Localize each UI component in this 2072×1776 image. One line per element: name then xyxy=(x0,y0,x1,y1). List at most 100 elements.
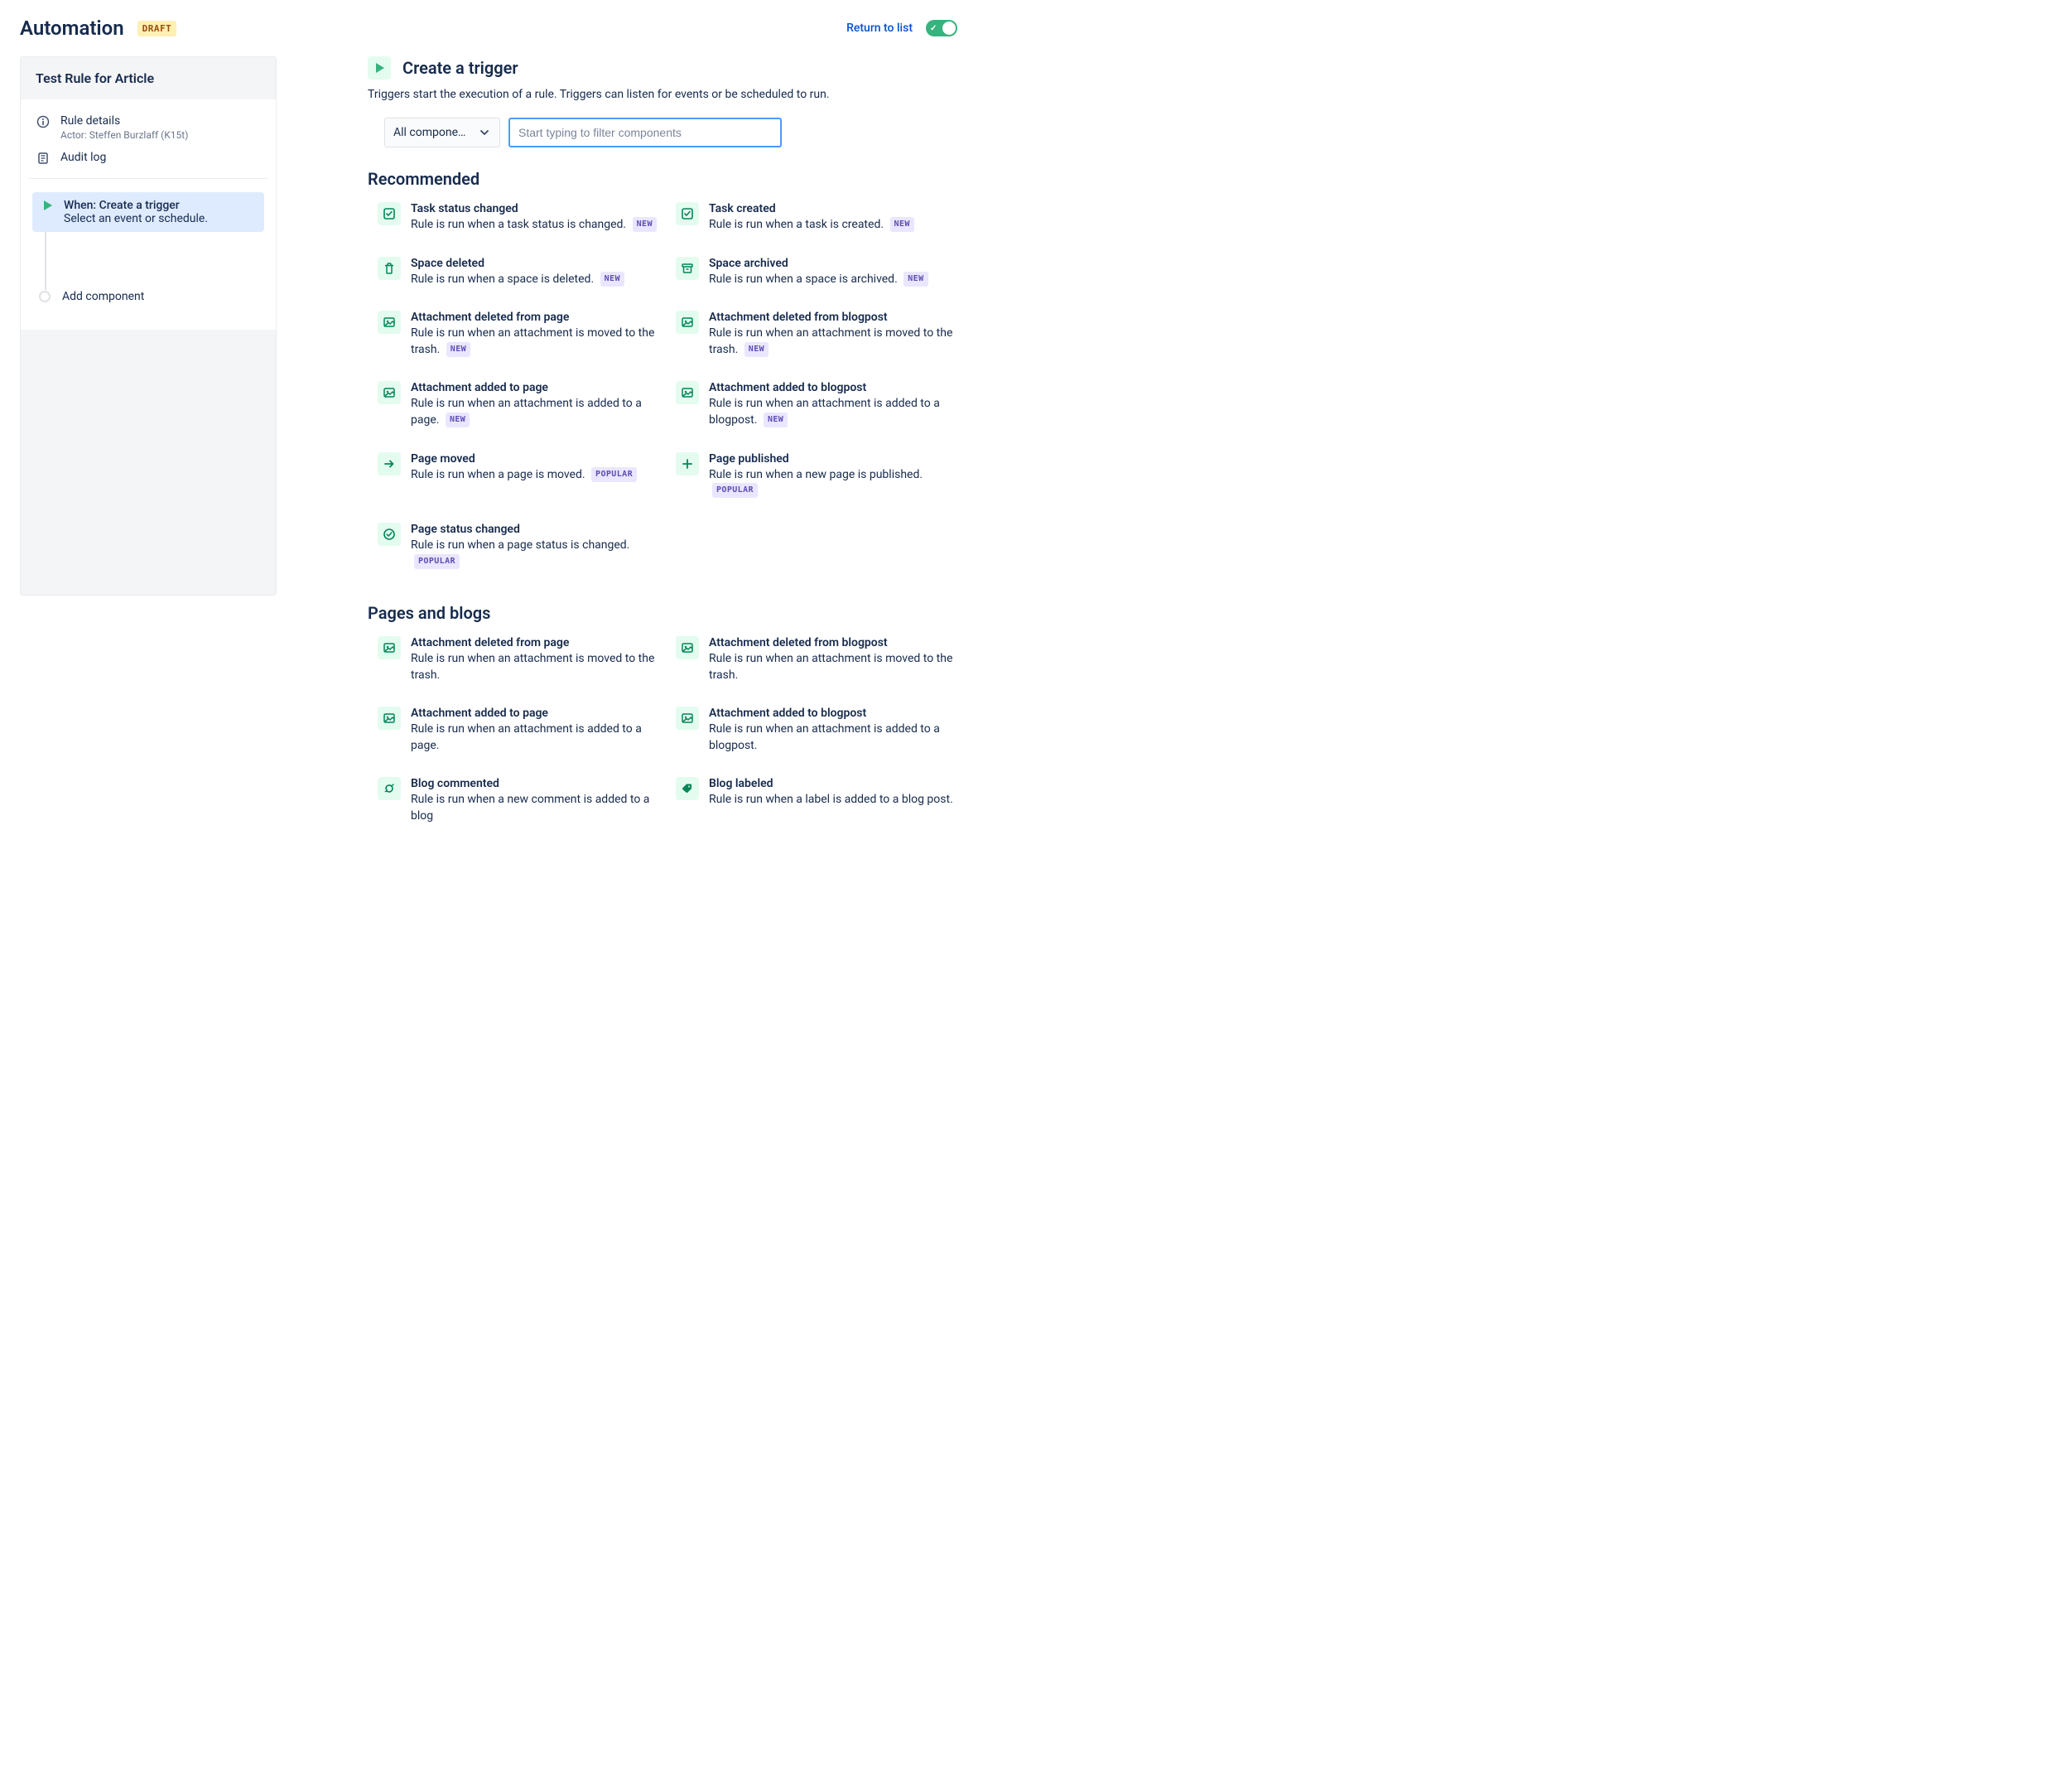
arrow-icon xyxy=(378,452,401,475)
trigger-option[interactable]: Space deletedRule is run when a space is… xyxy=(378,257,659,288)
trigger-title: Attachment added to page xyxy=(411,707,659,720)
trigger-title: Attachment deleted from page xyxy=(411,311,659,324)
chevron-down-icon xyxy=(478,126,491,139)
flow-step-trigger[interactable]: When: Create a trigger Select an event o… xyxy=(32,192,264,232)
return-to-list-link[interactable]: Return to list xyxy=(846,22,913,35)
document-icon xyxy=(36,152,51,165)
trash-icon xyxy=(378,257,401,280)
trigger-title: Page status changed xyxy=(411,523,659,536)
add-component-button[interactable]: Add component xyxy=(31,290,266,303)
trigger-option[interactable]: Task createdRule is run when a task is c… xyxy=(676,202,957,234)
trigger-desc: Rule is run when an attachment is added … xyxy=(411,722,659,754)
trigger-desc: Rule is run when a page status is change… xyxy=(411,538,659,570)
main-description: Triggers start the execution of a rule. … xyxy=(368,88,957,101)
popular-badge: POPULAR xyxy=(712,483,758,498)
new-badge: NEW xyxy=(600,272,624,287)
trigger-option[interactable]: Space archived Rule is run when a space i… xyxy=(676,257,957,288)
popular-badge: POPULAR xyxy=(414,554,460,569)
trigger-desc: Rule is run when an attachment is added … xyxy=(411,396,659,428)
trigger-desc: Rule is run when an attachment is added … xyxy=(709,396,957,428)
new-badge: NEW xyxy=(744,342,769,357)
trigger-option[interactable]: Page movedRule is run when a page is mov… xyxy=(378,452,659,499)
flow-connector xyxy=(45,232,266,290)
circle-icon xyxy=(39,291,51,302)
trigger-option[interactable]: Attachment deleted from page Rule is run … xyxy=(378,311,659,358)
trigger-option[interactable]: Blog commentedRule is run when a new com… xyxy=(378,777,659,824)
trigger-option[interactable]: Page publishedRule is run when a new pag… xyxy=(676,452,957,499)
trigger-option[interactable]: Attachment added to page Rule is run when… xyxy=(378,707,659,754)
trigger-title: Page moved xyxy=(411,452,659,466)
new-badge: NEW xyxy=(633,217,657,232)
trigger-title: Attachment deleted from page xyxy=(411,636,659,649)
play-icon xyxy=(41,199,54,212)
trigger-title: Space archived xyxy=(709,257,957,270)
sidebar-item-label: Audit log xyxy=(60,151,106,164)
trigger-title: Attachment added to blogpost xyxy=(709,381,957,394)
divider xyxy=(29,178,267,179)
page-header: Automation DRAFT Return to list ✓ xyxy=(20,17,957,40)
trigger-option[interactable]: Attachment deleted from pageRule is run … xyxy=(378,636,659,683)
new-badge: NEW xyxy=(446,342,470,357)
image-icon xyxy=(676,311,699,334)
trigger-desc: Rule is run when an attachment is added … xyxy=(709,722,957,754)
trigger-title: Page published xyxy=(709,452,957,466)
refresh-icon xyxy=(378,777,401,800)
popular-badge: POPULAR xyxy=(591,467,637,482)
trigger-desc: Rule is run when a task status is change… xyxy=(411,217,659,234)
add-component-label: Add component xyxy=(62,290,144,303)
trigger-option[interactable]: Page status changed Rule is run when a pa… xyxy=(378,523,659,570)
sidebar-item-audit-log[interactable]: Audit log xyxy=(29,146,267,170)
trigger-desc: Rule is run when a space is archived. NE… xyxy=(709,272,957,288)
flow-step-sub: Select an event or schedule. xyxy=(64,212,208,225)
trigger-option[interactable]: Task status changed Rule is run when a ta… xyxy=(378,202,659,234)
sidebar-item-label: Rule details xyxy=(60,114,188,128)
trigger-option[interactable]: Attachment added to page Rule is run when… xyxy=(378,381,659,428)
image-icon xyxy=(676,707,699,730)
trigger-title: Attachment added to blogpost xyxy=(709,707,957,720)
section-title: Recommended xyxy=(368,169,957,189)
component-type-dropdown[interactable]: All compone… xyxy=(384,118,500,147)
new-badge: NEW xyxy=(764,413,788,427)
draft-badge: DRAFT xyxy=(137,21,177,36)
filter-input[interactable] xyxy=(508,118,782,147)
trigger-desc: Rule is run when a page is moved. POPULA… xyxy=(411,467,659,484)
trigger-desc: Rule is run when an attachment is moved … xyxy=(709,651,957,683)
rule-sidebar: Test Rule for Article Rule details Actor… xyxy=(20,56,277,596)
image-icon xyxy=(378,636,401,659)
plus-icon xyxy=(676,452,699,475)
archive-icon xyxy=(676,257,699,280)
trigger-title: Blog commented xyxy=(411,777,659,790)
sidebar-item-sublabel: Actor: Steffen Burzlaff (K15t) xyxy=(60,129,188,141)
trigger-option[interactable]: Attachment added to blogpost Rule is run … xyxy=(676,707,957,754)
image-icon xyxy=(378,707,401,730)
image-icon xyxy=(676,381,699,404)
main-title: Create a trigger xyxy=(402,58,518,78)
trigger-option[interactable]: Attachment added to blogpost Rule is run … xyxy=(676,381,957,428)
trigger-option[interactable]: Attachment deleted from blogpostRule is … xyxy=(676,311,957,358)
trigger-title: Task status changed xyxy=(411,202,659,215)
new-badge: NEW xyxy=(890,217,914,232)
image-icon xyxy=(378,311,401,334)
trigger-desc: Rule is run when an attachment is moved … xyxy=(709,326,957,358)
trigger-desc: Rule is run when an attachment is moved … xyxy=(411,326,659,358)
trigger-title: Space deleted xyxy=(411,257,659,270)
trigger-title: Attachment deleted from blogpost xyxy=(709,636,957,649)
page-title: Automation xyxy=(20,17,124,40)
main-panel: Create a trigger Triggers start the exec… xyxy=(368,56,957,858)
checkbox-icon xyxy=(676,202,699,225)
sidebar-item-rule-details[interactable]: Rule details Actor: Steffen Burzlaff (K1… xyxy=(29,109,267,146)
trigger-title: Blog labeled xyxy=(709,777,957,790)
trigger-option[interactable]: Attachment deleted from blogpost Rule is … xyxy=(676,636,957,683)
toggle-handle xyxy=(942,22,956,35)
trigger-title: Attachment added to page xyxy=(411,381,659,394)
new-badge: NEW xyxy=(446,413,470,427)
new-badge: NEW xyxy=(903,272,928,287)
dropdown-label: All compone… xyxy=(393,126,465,139)
trigger-option[interactable]: Blog labeledRule is run when a label is … xyxy=(676,777,957,824)
enable-toggle[interactable]: ✓ xyxy=(926,20,957,36)
info-icon xyxy=(36,115,51,128)
trigger-desc: Rule is run when a task is created. NEW xyxy=(709,217,957,234)
image-icon xyxy=(676,636,699,659)
image-icon xyxy=(378,381,401,404)
play-icon xyxy=(368,56,391,80)
